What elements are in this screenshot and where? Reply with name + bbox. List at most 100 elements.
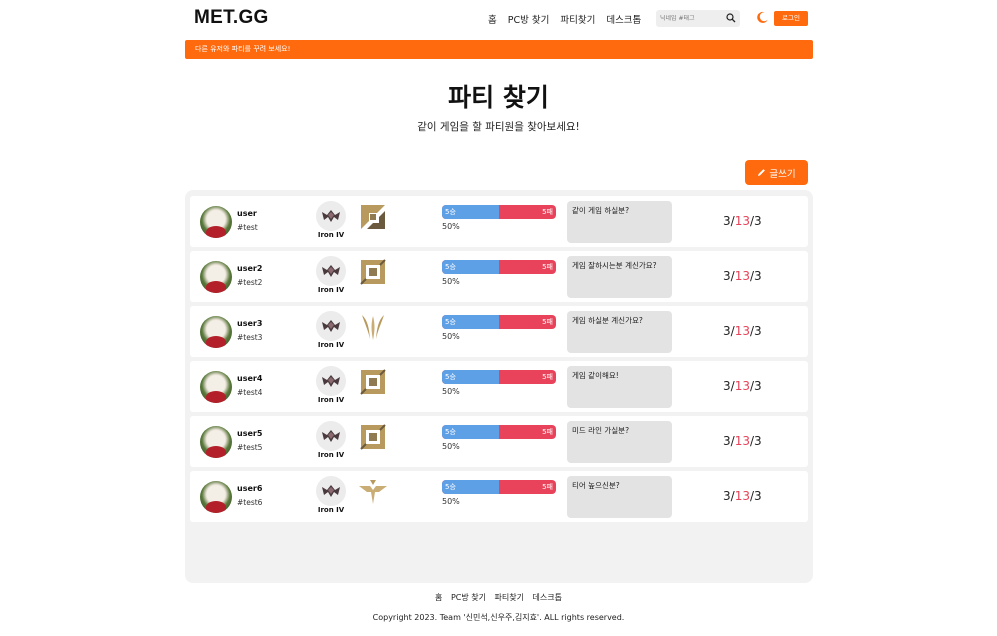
party-count: 3/13/3: [723, 489, 762, 503]
count-c: 3: [754, 269, 762, 283]
mid-lane-icon: [358, 367, 388, 397]
dark-mode-icon[interactable]: [756, 11, 769, 24]
party-row[interactable]: user5 #test5 Iron IV 5승 5패 50% 미드 라인 가실분…: [190, 416, 808, 467]
party-count: 3/13/3: [723, 324, 762, 338]
copyright-text: Copyright 2023. Team '신민석,신우주,김지효'. ALL …: [372, 613, 625, 622]
user-name: user2: [237, 264, 263, 273]
avatar: [200, 481, 232, 513]
losses-label: 5패: [542, 373, 553, 381]
write-post-label: 글쓰기: [769, 168, 796, 180]
count-c: 3: [754, 324, 762, 338]
wins-label: 5승: [445, 428, 456, 436]
footer-nav-party-find[interactable]: 파티찾기: [495, 593, 524, 602]
losses-label: 5패: [542, 208, 553, 216]
count-b: 13: [734, 379, 750, 393]
party-memo: 미드 라인 가실분?: [567, 421, 672, 463]
main-nav: 홈 PC방 찾기 파티찾기 데스크톱: [488, 12, 641, 26]
win-loss-bar: 5승 5패: [442, 260, 556, 274]
win-rate: 50%: [442, 332, 460, 341]
iron-tier-icon: [316, 476, 346, 506]
nav-party-find[interactable]: 파티찾기: [560, 12, 595, 26]
iron-tier-icon: [316, 311, 346, 341]
avatar: [200, 261, 232, 293]
losses-label: 5패: [542, 428, 553, 436]
user-tag: #test4: [237, 388, 263, 397]
count-a: 3: [723, 269, 731, 283]
wins-label: 5승: [445, 318, 456, 326]
footer-nav: 홈 PC방 찾기 파티찾기 데스크톱: [0, 592, 997, 603]
party-count: 3/13/3: [723, 269, 762, 283]
footer-nav-pc-room[interactable]: PC방 찾기: [451, 593, 486, 602]
wins-label: 5승: [445, 373, 456, 381]
iron-tier-icon: [316, 366, 346, 396]
party-row[interactable]: user3 #test3 Iron IV 5승 5패 50% 게임 하실분 계신…: [190, 306, 808, 357]
avatar: [200, 371, 232, 403]
party-count: 3/13/3: [723, 214, 762, 228]
jungle-icon: [358, 312, 388, 342]
user-name: user5: [237, 429, 263, 438]
count-c: 3: [754, 379, 762, 393]
tier-label: Iron IV: [317, 231, 345, 239]
win-loss-bar: 5승 5패: [442, 370, 556, 384]
party-count: 3/13/3: [723, 379, 762, 393]
nav-desktop[interactable]: 데스크톱: [606, 12, 641, 26]
count-b: 13: [734, 434, 750, 448]
user-tag: #test3: [237, 333, 263, 342]
write-post-button[interactable]: 글쓰기: [745, 160, 808, 185]
top-lane-icon: [358, 202, 388, 232]
user-name: user6: [237, 484, 263, 493]
search-icon[interactable]: [726, 13, 736, 23]
count-a: 3: [723, 214, 731, 228]
wins-label: 5승: [445, 208, 456, 216]
win-rate: 50%: [442, 497, 460, 506]
page-title: 파티 찾기: [448, 83, 549, 112]
win-loss-bar: 5승 5패: [442, 480, 556, 494]
count-b: 13: [734, 214, 750, 228]
tier-label: Iron IV: [317, 506, 345, 514]
count-b: 13: [734, 324, 750, 338]
site-logo[interactable]: MET.GG: [194, 7, 269, 29]
win-rate: 50%: [442, 442, 460, 451]
avatar: [200, 426, 232, 458]
party-memo: 같이 게임 하실분?: [567, 201, 672, 243]
count-c: 3: [754, 434, 762, 448]
avatar: [200, 206, 232, 238]
party-row[interactable]: user6 #test6 Iron IV 5승 5패 50% 티어 높으신분? …: [190, 471, 808, 522]
avatar: [200, 316, 232, 348]
iron-tier-icon: [316, 421, 346, 451]
login-button[interactable]: 로그인: [774, 11, 808, 26]
mid-lane-icon: [358, 257, 388, 287]
support-icon: [358, 477, 388, 507]
footer-nav-desktop[interactable]: 데스크톱: [533, 593, 562, 602]
party-row[interactable]: user2 #test2 Iron IV 5승 5패 50% 게임 잘하시는분 …: [190, 251, 808, 302]
count-a: 3: [723, 324, 731, 338]
user-name: user3: [237, 319, 263, 328]
user-name: user: [237, 209, 257, 218]
iron-tier-icon: [316, 256, 346, 286]
top-header: MET.GG 홈 PC방 찾기 파티찾기 데스크톱 로그인: [0, 0, 997, 38]
count-c: 3: [754, 489, 762, 503]
party-memo: 티어 높으신분?: [567, 476, 672, 518]
party-row[interactable]: user4 #test4 Iron IV 5승 5패 50% 게임 같이해요! …: [190, 361, 808, 412]
win-loss-bar: 5승 5패: [442, 205, 556, 219]
search-input[interactable]: [660, 15, 722, 22]
mid-lane-icon: [358, 422, 388, 452]
page-subtitle: 같이 게임을 할 파티원을 찾아보세요!: [417, 121, 580, 133]
tier-label: Iron IV: [317, 451, 345, 459]
nav-home[interactable]: 홈: [488, 12, 497, 26]
party-memo: 게임 하실분 계신가요?: [567, 311, 672, 353]
win-rate: 50%: [442, 222, 460, 231]
wins-label: 5승: [445, 263, 456, 271]
losses-label: 5패: [542, 318, 553, 326]
count-a: 3: [723, 489, 731, 503]
count-b: 13: [734, 489, 750, 503]
footer-nav-home[interactable]: 홈: [435, 593, 442, 602]
party-memo: 게임 같이해요!: [567, 366, 672, 408]
notice-banner: 다른 유저와 파티를 꾸려 보세요!: [185, 40, 813, 59]
user-tag: #test: [237, 223, 258, 232]
count-a: 3: [723, 379, 731, 393]
wins-label: 5승: [445, 483, 456, 491]
nav-pc-room[interactable]: PC방 찾기: [508, 12, 550, 26]
party-row[interactable]: user #test Iron IV 5승 5패 50% 같이 게임 하실분? …: [190, 196, 808, 247]
user-tag: #test6: [237, 498, 263, 507]
